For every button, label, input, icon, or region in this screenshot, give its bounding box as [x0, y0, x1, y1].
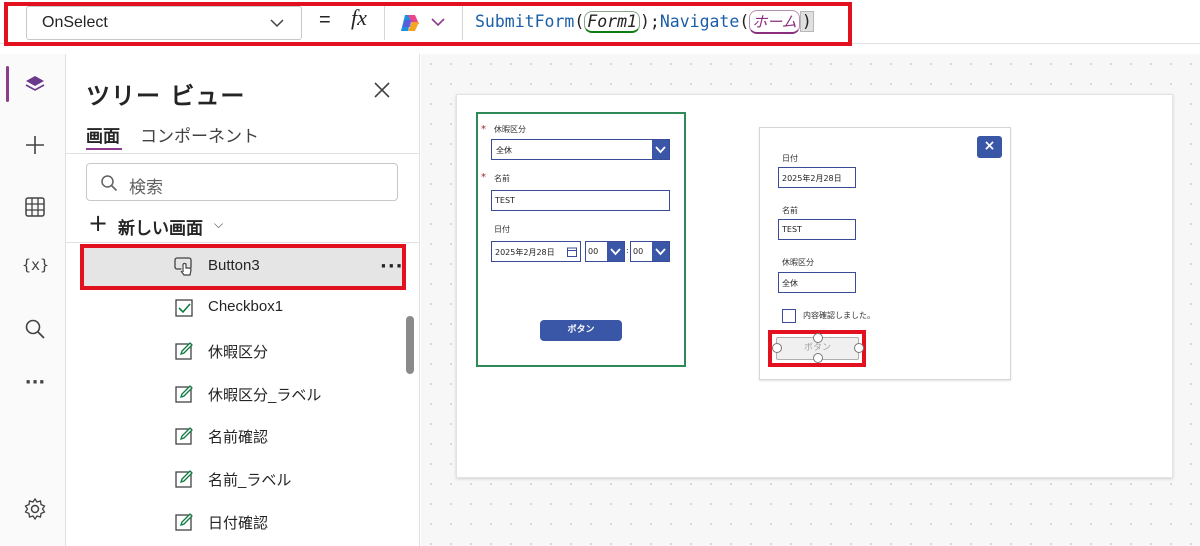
- edit-icon: [175, 470, 193, 488]
- required-mark: *: [481, 172, 486, 183]
- search-placeholder: 検索: [129, 178, 163, 198]
- dropdown-button[interactable]: [652, 242, 669, 261]
- edit-icon: [175, 385, 193, 403]
- required-mark: *: [481, 124, 486, 135]
- tree-item-label: 休暇区分: [208, 344, 269, 361]
- name-input[interactable]: TEST: [491, 190, 670, 211]
- leave-type-value: 全休: [496, 146, 512, 155]
- more-options-icon[interactable]: ···: [380, 256, 404, 277]
- tree-item-label: 日付確認: [208, 515, 269, 532]
- resize-handle-left[interactable]: [772, 343, 782, 353]
- tree-item-leave-type-label[interactable]: 休暇区分_ラベル: [82, 374, 406, 416]
- search-icon[interactable]: [22, 316, 48, 342]
- more-icon[interactable]: ···: [22, 372, 48, 398]
- resize-handle-top[interactable]: [813, 333, 823, 343]
- dropdown-button[interactable]: [652, 140, 669, 159]
- confirm-leave-type-label: 休暇区分: [782, 258, 814, 267]
- close-button[interactable]: ×: [977, 136, 1002, 158]
- divider: [66, 242, 420, 243]
- tree-item-leave-type[interactable]: 休暇区分: [82, 331, 406, 373]
- tree-item-label: 休暇区分_ラベル: [208, 387, 322, 404]
- formula-bar: OnSelect = fx SubmitForm(Form1);Navigate…: [0, 0, 1200, 46]
- confirm-date-field: 2025年2月28日: [778, 167, 856, 188]
- new-screen-label: 新しい画面: [118, 219, 203, 239]
- date-value: 2025年2月28日: [495, 248, 555, 257]
- minute-value: 00: [633, 247, 644, 256]
- tab-components[interactable]: コンポーネント: [140, 122, 259, 147]
- edit-icon: [175, 513, 193, 531]
- tree-item-label: 名前_ラベル: [208, 472, 292, 489]
- confirm-leave-type-field: 全休: [778, 272, 856, 293]
- tree-item-button3[interactable]: Button3 ···: [80, 244, 406, 290]
- chevron-down-icon: ⌵: [214, 217, 224, 231]
- edit-icon: [175, 342, 193, 360]
- close-icon: ×: [983, 138, 996, 154]
- checkbox-icon: [175, 299, 193, 317]
- calendar-icon[interactable]: [567, 247, 577, 257]
- search-input[interactable]: 検索: [86, 163, 398, 201]
- layers-icon[interactable]: [22, 72, 48, 98]
- date-label: 日付: [494, 225, 510, 234]
- tab-screens[interactable]: 画面: [86, 122, 120, 147]
- close-icon[interactable]: [373, 81, 391, 99]
- edit-icon: [175, 427, 193, 445]
- hour-dropdown[interactable]: 00: [585, 241, 625, 262]
- resize-handle-bottom[interactable]: [813, 353, 823, 363]
- rail-active-indicator: [6, 66, 9, 102]
- confirm-date-label: 日付: [782, 154, 798, 163]
- chevron-down-icon: [655, 146, 666, 154]
- tree-item-checkbox1[interactable]: Checkbox1: [82, 288, 406, 330]
- settings-icon[interactable]: [22, 496, 48, 522]
- confirm-checkbox-label: 内容確認しました。: [803, 311, 875, 320]
- tab-active-underline: [86, 148, 122, 150]
- tree-item-date-confirm[interactable]: 日付確認: [82, 502, 406, 544]
- tree-item-name-confirm[interactable]: 名前確認: [82, 416, 406, 458]
- chevron-down-icon: [610, 248, 621, 256]
- minute-dropdown[interactable]: 00: [630, 241, 670, 262]
- button-icon: [174, 257, 192, 276]
- data-table-icon[interactable]: [22, 194, 48, 220]
- form-submit-button[interactable]: ボタン: [540, 320, 622, 341]
- left-rail: {x} ···: [0, 54, 66, 546]
- confirm-checkbox[interactable]: [782, 309, 796, 323]
- leave-type-dropdown[interactable]: 全休: [491, 139, 670, 160]
- name-label: 名前: [494, 174, 510, 183]
- confirm-name-field: TEST: [778, 219, 856, 240]
- plus-icon: +: [88, 209, 109, 237]
- tree-item-label: Button3: [208, 257, 260, 274]
- date-picker[interactable]: 2025年2月28日: [491, 241, 581, 262]
- tree-item-name-label[interactable]: 名前_ラベル: [82, 459, 406, 501]
- formula-highlight-box: [4, 2, 852, 46]
- dropdown-button[interactable]: [607, 242, 624, 261]
- scrollbar-thumb[interactable]: [406, 316, 414, 374]
- plus-icon[interactable]: [22, 132, 48, 158]
- chevron-down-icon: [655, 248, 666, 256]
- name-value: TEST: [495, 196, 515, 205]
- tree-view-panel: ツリー ビュー 画面 コンポーネント 検索 + 新しい画面 ⌵ Button3 …: [66, 54, 420, 546]
- divider: [66, 153, 420, 154]
- tree-item-label: Checkbox1: [208, 298, 284, 315]
- confirm-leave-type-value: 全休: [782, 279, 798, 288]
- variables-icon[interactable]: {x}: [22, 256, 49, 282]
- tree-item-label: 名前確認: [208, 429, 269, 446]
- confirm-name-label: 名前: [782, 206, 798, 215]
- search-icon: [101, 175, 118, 192]
- resize-handle-right[interactable]: [854, 343, 864, 353]
- time-separator: :: [626, 246, 629, 255]
- hour-value: 00: [588, 247, 599, 256]
- confirm-date-value: 2025年2月28日: [782, 174, 842, 183]
- tree-view-title: ツリー ビュー: [86, 82, 246, 110]
- leave-type-label: 休暇区分: [494, 125, 526, 134]
- confirm-name-value: TEST: [782, 225, 802, 234]
